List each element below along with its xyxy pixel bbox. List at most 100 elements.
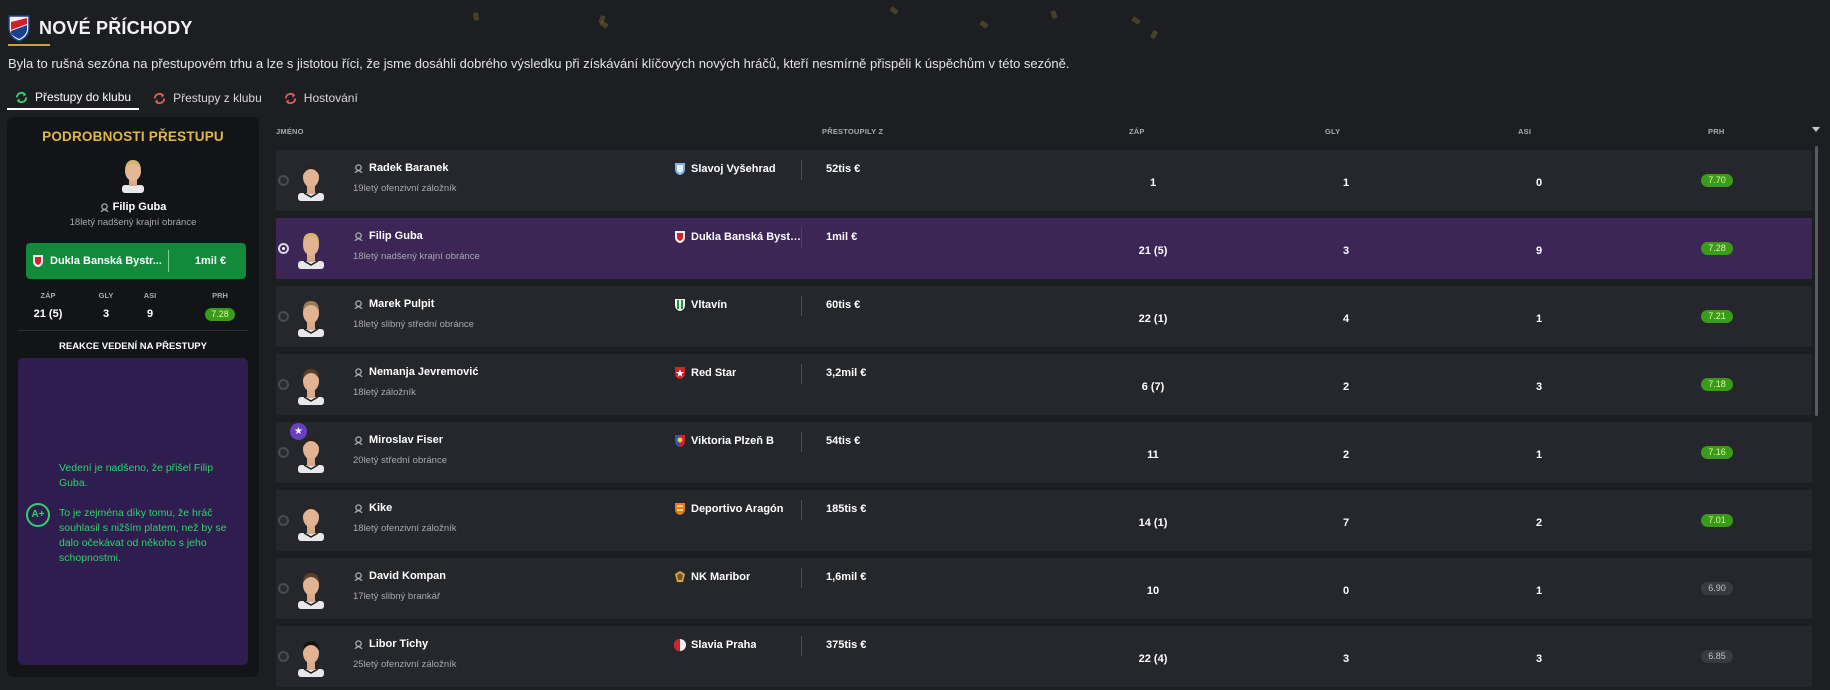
intro-text: Byla to rušná sezóna na přestupovém trhu…: [8, 56, 1070, 71]
player-name-text: Kike: [369, 502, 393, 514]
player-name[interactable]: Filip Guba: [354, 230, 423, 242]
reaction-detail-text: To je zejména díky tomu, že hráč souhlas…: [59, 507, 227, 564]
scrollbar[interactable]: [1815, 146, 1818, 416]
transfer-fee: 1mil €: [194, 255, 227, 267]
stat-label: PRH: [212, 291, 228, 300]
row-select-radio[interactable]: [278, 311, 289, 322]
separator: [801, 296, 802, 316]
confetti: [1149, 29, 1159, 40]
player-photo: [298, 301, 324, 337]
table-row[interactable]: Radek Baranek 19letý ofenzivní záložník Sl…: [276, 150, 1812, 211]
player-status-icon: [354, 367, 363, 377]
player-name[interactable]: Filip Guba: [7, 201, 259, 213]
player-description: 25letý ofenzivní záložník: [353, 659, 457, 670]
row-select-radio[interactable]: [278, 583, 289, 594]
player-stats: ZÁP 21 (5) GLY 3 ASI 9 PRH 7.28: [26, 291, 246, 321]
tab-transfers-in[interactable]: Přestupy do klubu: [7, 86, 140, 110]
row-select-radio[interactable]: [278, 175, 289, 186]
goals-value: 3: [1342, 653, 1350, 665]
player-status-icon: [354, 571, 363, 581]
confetti: [979, 20, 989, 29]
transfer-fee: 3,2mil €: [826, 367, 867, 379]
club-crest-icon: [8, 15, 30, 42]
column-header-assists[interactable]: ASI: [1518, 127, 1531, 136]
table-row[interactable]: Nemanja Jevremović 18letý záložník Red Sta…: [276, 354, 1812, 415]
from-club[interactable]: Dukla Banská Bystr...: [674, 230, 802, 244]
player-name-text: Radek Baranek: [369, 162, 449, 174]
from-club[interactable]: Slavia Praha: [674, 638, 802, 652]
row-select-radio[interactable]: [278, 243, 289, 254]
transfer-fee: 1mil €: [826, 231, 858, 243]
transfer-out-icon: [153, 92, 166, 104]
player-name[interactable]: Miroslav Fiser: [354, 434, 443, 446]
page-title: NOVÉ PŘÍCHODY: [39, 17, 193, 38]
table-row[interactable]: ★ Miroslav Fiser 20letý střední obránce Vik…: [276, 422, 1812, 483]
player-status-icon: [354, 299, 363, 309]
row-select-radio[interactable]: [278, 515, 289, 526]
confetti: [472, 12, 480, 21]
assists-value: 1: [1535, 585, 1543, 597]
separator: [801, 568, 802, 588]
column-header-goals[interactable]: GLY: [1325, 127, 1340, 136]
player-status-icon: [354, 231, 363, 241]
from-club-name[interactable]: Dukla Banská Bystr...: [50, 255, 162, 267]
rating-badge: 6.85: [1701, 650, 1733, 663]
column-header-name[interactable]: JMÉNO: [276, 127, 304, 136]
player-name[interactable]: Libor Tichy: [354, 638, 428, 650]
table-row[interactable]: David Kompan 17letý slibný brankář NK Mari…: [276, 558, 1812, 619]
table-row[interactable]: Marek Pulpit 18letý slibný střední obránc…: [276, 286, 1812, 347]
rating-badge: 7.18: [1701, 378, 1733, 391]
player-description: 18letý záložník: [353, 387, 416, 398]
rating-badge: 7.28: [205, 308, 235, 321]
player-description: 18letý ofenzivní záložník: [353, 523, 457, 534]
tab-loans[interactable]: Hostování: [276, 86, 366, 110]
reaction-title: REAKCE VEDENÍ NA PŘESTUPY: [59, 341, 207, 352]
row-select-radio[interactable]: [278, 379, 289, 390]
row-select-radio[interactable]: [278, 447, 289, 458]
apps-value: 11: [1147, 449, 1159, 461]
player-description: 19letý ofenzivní záložník: [353, 183, 457, 194]
club-badge-icon: [675, 163, 685, 175]
player-photo: [298, 233, 324, 269]
player-description: 18letý nadšený krajní obránce: [353, 251, 480, 262]
rating-badge: 7.21: [1701, 310, 1733, 323]
panel-title: PODROBNOSTI PŘESTUPU: [42, 129, 224, 144]
player-name[interactable]: Marek Pulpit: [354, 298, 434, 310]
from-club[interactable]: Deportivo Aragón: [674, 502, 802, 516]
column-header-rating[interactable]: PRH: [1708, 127, 1724, 136]
player-name[interactable]: Kike: [354, 502, 392, 514]
player-description: 18letý slibný střední obránce: [353, 319, 474, 330]
table-row[interactable]: Kike 18letý ofenzivní záložník Deportivo A…: [276, 490, 1812, 551]
apps-value: 6 (7): [1141, 381, 1165, 393]
rating-badge: 7.16: [1701, 446, 1733, 459]
player-name[interactable]: David Kompan: [354, 570, 446, 582]
transfer-fee: 1,6mil €: [826, 571, 867, 583]
from-club-name: Red Star: [691, 367, 737, 379]
transfer-in-icon: [15, 91, 28, 103]
stat-label: ASI: [143, 291, 157, 300]
club-badge-icon: [675, 367, 685, 379]
tab-label: Přestupy z klubu: [173, 91, 262, 105]
table-row[interactable]: Libor Tichy 25letý ofenzivní záložník Slav…: [276, 626, 1812, 687]
apps-value: 14 (1): [1138, 517, 1168, 529]
goals-value: 2: [1342, 449, 1350, 461]
column-header-from[interactable]: PŘESTOUPILY Z: [822, 127, 883, 136]
from-club[interactable]: Viktoria Plzeň B: [674, 434, 802, 448]
club-badge-icon: [675, 231, 685, 243]
from-club[interactable]: Vltavín: [674, 298, 802, 312]
player-name[interactable]: Nemanja Jevremović: [354, 366, 478, 378]
tab-transfers-out[interactable]: Přestupy z klubu: [145, 86, 270, 110]
goals-value: 0: [1342, 585, 1350, 597]
row-select-radio[interactable]: [278, 651, 289, 662]
from-club[interactable]: NK Maribor: [674, 570, 802, 584]
from-club[interactable]: Slavoj Vyšehrad: [674, 162, 802, 176]
apps-value: 10: [1146, 585, 1160, 597]
from-club[interactable]: Red Star: [674, 366, 802, 380]
column-header-apps[interactable]: ZÁP: [1129, 127, 1145, 136]
confetti: [1131, 16, 1141, 25]
table-row[interactable]: Filip Guba 18letý nadšený krajní obránce D…: [276, 218, 1812, 279]
sort-descending-icon[interactable]: [1812, 127, 1820, 132]
player-name-text: Libor Tichy: [369, 638, 429, 650]
club-badge-icon: [675, 571, 685, 582]
player-name[interactable]: Radek Baranek: [354, 162, 449, 174]
